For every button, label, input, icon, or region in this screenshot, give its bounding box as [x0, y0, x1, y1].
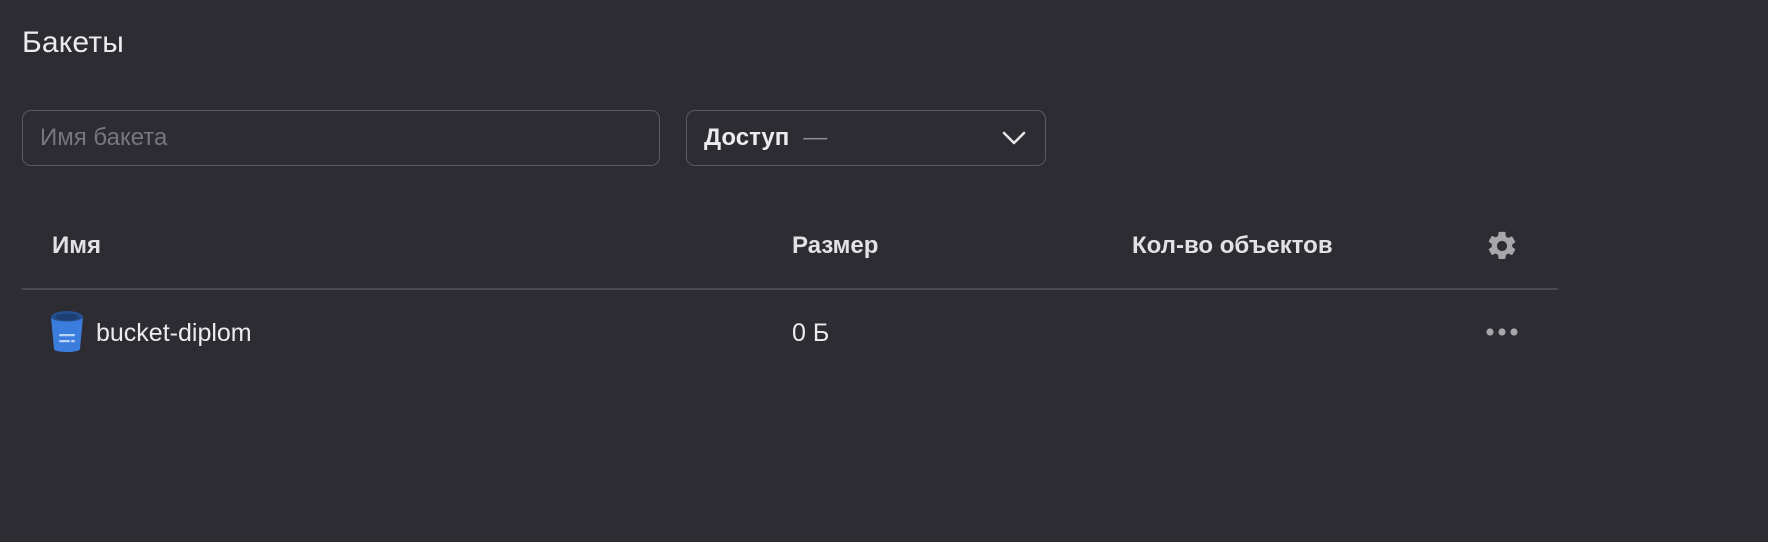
access-filter-label: Доступ — [704, 124, 790, 151]
access-filter-value: — — [803, 124, 828, 151]
access-filter-dropdown[interactable]: Доступ — — [686, 110, 1046, 166]
bucket-size: 0 Б — [792, 319, 830, 347]
chevron-down-icon — [1001, 130, 1027, 146]
column-settings-button[interactable] — [1482, 226, 1522, 266]
page-title: Бакеты — [22, 26, 125, 59]
column-header-size[interactable]: Размер — [792, 232, 878, 260]
bucket-name-search-input[interactable] — [22, 110, 660, 166]
buckets-table: Имя Размер Кол-во объектов bucket-diplom… — [22, 210, 1558, 378]
column-header-objects-count[interactable]: Кол-во объектов — [1132, 232, 1333, 260]
row-actions-button[interactable] — [1482, 316, 1522, 348]
bucket-icon — [50, 310, 84, 356]
table-header: Имя Размер Кол-во объектов — [22, 210, 1558, 290]
gear-icon — [1488, 231, 1516, 260]
more-horizontal-icon — [1486, 328, 1518, 336]
table-row[interactable]: bucket-diplom 0 Б — [22, 290, 1558, 378]
buckets-page: Бакеты Доступ — Имя Размер Кол-во объект… — [0, 0, 1768, 542]
bucket-name-link[interactable]: bucket-diplom — [96, 319, 252, 348]
column-header-name[interactable]: Имя — [52, 232, 101, 260]
